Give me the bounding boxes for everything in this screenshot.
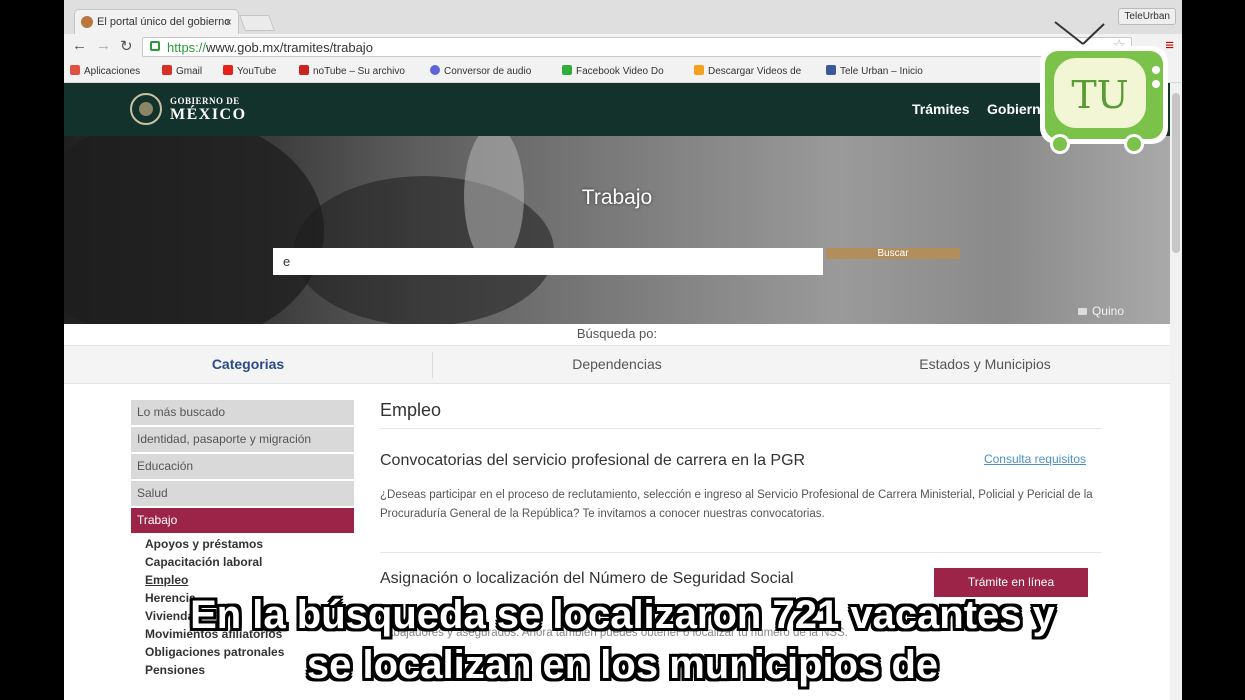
bookmark-item[interactable]: noTube – Su archivo: [299, 65, 417, 79]
back-arrow-icon[interactable]: ←: [72, 37, 87, 54]
facebook-icon: [826, 65, 836, 75]
browser-toolbar: ← → ↻ https://www.gob.mx/tramites/trabaj…: [64, 34, 1182, 61]
url-scheme: https://: [167, 40, 207, 55]
bookmarks-bar: Aplicaciones Gmail YouTube noTube – Su a…: [64, 61, 1182, 83]
procedures-list: Empleo Convocatorias del servicio profes…: [380, 398, 1102, 639]
procedure-title[interactable]: Asignación o localización del Número de …: [380, 570, 794, 588]
bookmark-item[interactable]: Tele Urban – Inicio: [826, 65, 946, 79]
bookmark-item[interactable]: Gmail: [162, 65, 220, 79]
tab-strip: El portal único del gobierno × TeleUrban: [64, 0, 1182, 34]
caption-line-1: En la búsqueda se localizaron 721 vacant…: [190, 593, 1055, 637]
close-tab-icon[interactable]: ×: [225, 10, 232, 34]
lock-icon: [150, 41, 160, 51]
hero-photo-shape: [64, 136, 324, 324]
tab-estados-municipios[interactable]: Estados y Municipios: [801, 346, 1169, 383]
tab-dependencias[interactable]: Dependencias: [433, 346, 801, 383]
divider: [380, 552, 1102, 553]
logo-text: TU: [1071, 73, 1128, 117]
sidebar-item-trabajo[interactable]: Trabajo: [131, 508, 354, 533]
hero-title: Trabajo: [581, 186, 653, 209]
bookmark-item[interactable]: Aplicaciones: [70, 65, 156, 79]
forward-arrow-icon[interactable]: →: [96, 37, 111, 54]
sidebar-subitem-capacitacion[interactable]: Capacitación laboral: [131, 553, 354, 571]
search-input[interactable]: [273, 248, 823, 275]
nav-tramites[interactable]: Trámites: [912, 101, 970, 117]
gmail-icon: [162, 65, 172, 75]
notube-icon: [299, 65, 309, 75]
converter-icon: [430, 65, 440, 75]
bookmark-item[interactable]: YouTube: [223, 65, 289, 79]
reload-icon[interactable]: ↻: [120, 37, 133, 55]
bookmark-item[interactable]: Conversor de audio: [430, 65, 548, 79]
tab-categorias[interactable]: Categorias: [64, 346, 432, 383]
procedure-description: ¿Deseas participar en el proceso de recl…: [380, 489, 1093, 520]
site-header: GOBIERNO DE MÉXICO Trámites Gobierno: [64, 83, 1182, 136]
logo-line-1: GOBIERNO DE: [170, 96, 240, 106]
youtube-icon: [223, 65, 233, 75]
search-button[interactable]: Buscar: [826, 248, 960, 259]
new-tab-button[interactable]: [239, 15, 275, 31]
download-videos-icon: [694, 65, 704, 75]
section-title: Empleo: [380, 398, 1102, 429]
scrollbar-thumb[interactable]: [1172, 93, 1180, 253]
url-path: www.gob.mx/tramites/trabajo: [206, 40, 373, 55]
facebook-video-icon: [562, 65, 572, 75]
sidebar-item-salud[interactable]: Salud: [131, 481, 354, 506]
camera-icon: [1077, 308, 1087, 315]
address-bar[interactable]: https://www.gob.mx/tramites/trabajo: [142, 37, 1132, 57]
teleurban-logo: TU: [1040, 21, 1168, 154]
bookmark-item[interactable]: Facebook Video Do: [562, 65, 680, 79]
sidebar-item-educacion[interactable]: Educación: [131, 454, 354, 479]
tab-title: El portal único del gobierno: [97, 16, 231, 28]
category-tabs: Categorias Dependencias Estados y Munici…: [64, 345, 1170, 384]
logo-line-2: MÉXICO: [170, 106, 247, 123]
apps-grid-icon: [70, 65, 80, 75]
site-favicon-icon: [81, 16, 93, 28]
consulta-requisitos-link[interactable]: Consulta requisitos: [984, 452, 1086, 466]
photo-credit: Quino: [1077, 304, 1124, 318]
browser-tab[interactable]: El portal único del gobierno ×: [74, 9, 239, 34]
search-by-label: Búsqueda po:: [576, 326, 658, 341]
hero-banner: Trabajo Buscar Quino: [64, 136, 1170, 324]
sidebar-subitem-empleo[interactable]: Empleo: [131, 571, 354, 589]
government-seal-icon: [130, 93, 162, 125]
procedure-title[interactable]: Convocatorias del servicio profesional d…: [380, 452, 805, 470]
sidebar-item-lo-mas-buscado[interactable]: Lo más buscado: [131, 400, 354, 425]
sidebar-item-identidad[interactable]: Identidad, pasaporte y migración: [131, 427, 354, 452]
sidebar-subitem-apoyos[interactable]: Apoyos y préstamos: [131, 535, 354, 553]
bookmark-item[interactable]: Descargar Videos de: [694, 65, 812, 79]
caption-line-2: se localizan en los municipios de: [306, 643, 939, 687]
